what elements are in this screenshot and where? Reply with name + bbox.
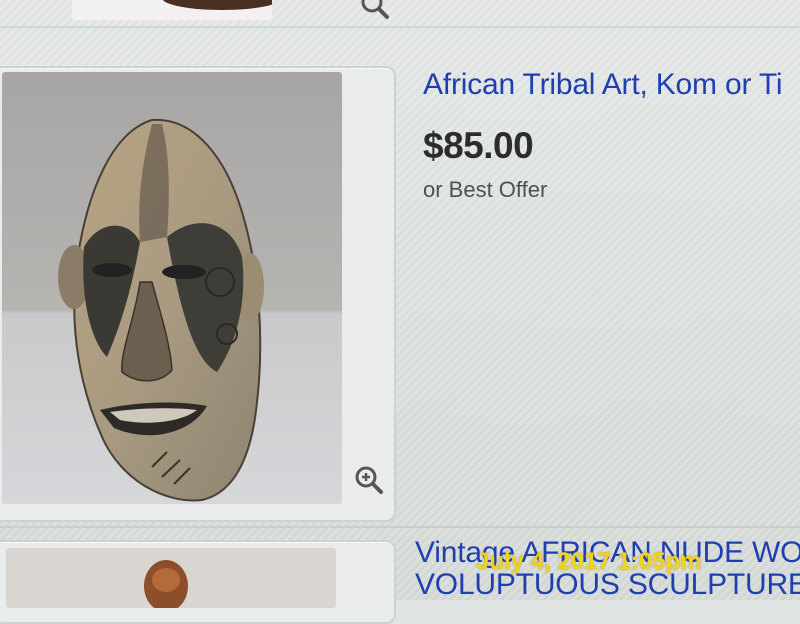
sculpture-image <box>144 560 188 608</box>
zoom-icon[interactable] <box>352 463 384 495</box>
previous-listing-image <box>162 0 272 10</box>
tribal-mask-image <box>2 72 342 504</box>
listing-divider-bottom <box>0 526 800 528</box>
listing-divider-top <box>0 26 800 28</box>
previous-listing-thumbnail[interactable] <box>72 0 272 20</box>
previous-zoom-icon[interactable] <box>358 0 390 20</box>
listing-thumbnail-mask[interactable] <box>2 72 342 504</box>
screen: African Tribal Art, Kom or Ti $85.00 or … <box>0 0 800 624</box>
best-offer-label: or Best Offer <box>423 177 548 202</box>
listing-price: $85.00 <box>423 125 534 166</box>
listing-title-link[interactable]: African Tribal Art, Kom or Ti <box>423 68 783 102</box>
photo-timestamp: July 4, 2017 1:05pm <box>476 548 702 575</box>
listing-thumbnail-sculpture[interactable] <box>6 548 336 608</box>
